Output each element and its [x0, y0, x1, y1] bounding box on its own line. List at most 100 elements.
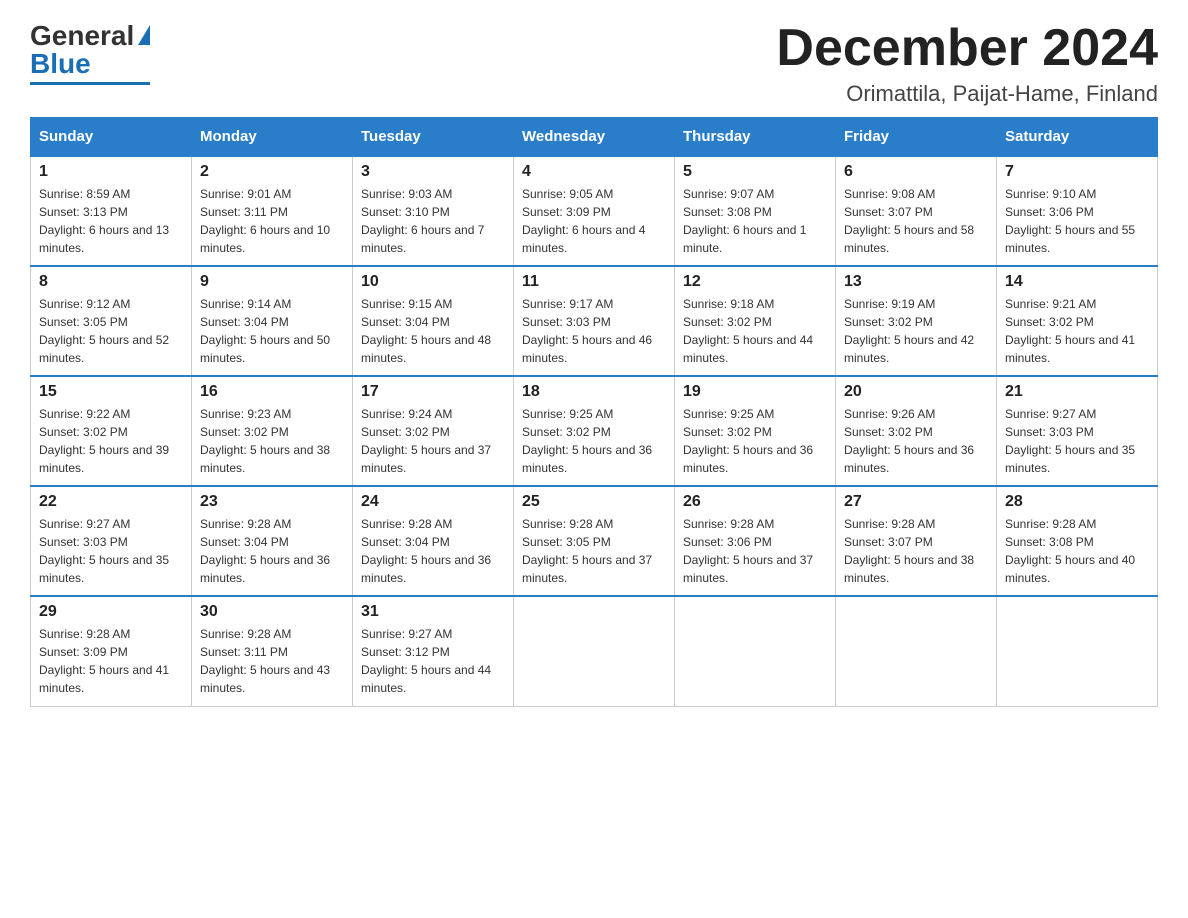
week-row-2: 8Sunrise: 9:12 AMSunset: 3:05 PMDaylight… — [31, 266, 1158, 376]
day-number: 29 — [39, 603, 183, 621]
day-info: Sunrise: 9:28 AMSunset: 3:06 PMDaylight:… — [683, 515, 827, 587]
calendar-cell: 8Sunrise: 9:12 AMSunset: 3:05 PMDaylight… — [31, 266, 192, 376]
calendar-cell: 10 Sunrise: 9:15 AMSunset: 3:04 PMDayligh… — [353, 266, 514, 376]
day-info: Sunrise: 9:10 AMSunset: 3:06 PMDaylight:… — [1005, 185, 1149, 257]
calendar-cell: 15 Sunrise: 9:22 AMSunset: 3:02 PMDayligh… — [31, 376, 192, 486]
calendar-cell: 22 Sunrise: 9:27 AMSunset: 3:03 PMDayligh… — [31, 486, 192, 596]
calendar-cell: 26 Sunrise: 9:28 AMSunset: 3:06 PMDayligh… — [675, 486, 836, 596]
title-block: December 2024 Orimattila, Paijat-Hame, F… — [776, 20, 1158, 107]
calendar-cell: 28 Sunrise: 9:28 AMSunset: 3:08 PMDayligh… — [997, 486, 1158, 596]
weekday-header-thursday: Thursday — [675, 118, 836, 157]
day-number: 3 — [361, 163, 505, 181]
weekday-header-row: SundayMondayTuesdayWednesdayThursdayFrid… — [31, 118, 1158, 157]
day-number: 13 — [844, 273, 988, 291]
day-info: Sunrise: 9:28 AMSunset: 3:05 PMDaylight:… — [522, 515, 666, 587]
week-row-4: 22 Sunrise: 9:27 AMSunset: 3:03 PMDayligh… — [31, 486, 1158, 596]
day-number: 19 — [683, 383, 827, 401]
calendar-cell: 29 Sunrise: 9:28 AMSunset: 3:09 PMDayligh… — [31, 596, 192, 706]
weekday-header-friday: Friday — [836, 118, 997, 157]
calendar-cell: 4 Sunrise: 9:05 AMSunset: 3:09 PMDaylight… — [514, 156, 675, 266]
calendar-cell: 20 Sunrise: 9:26 AMSunset: 3:02 PMDayligh… — [836, 376, 997, 486]
day-info: Sunrise: 9:28 AMSunset: 3:07 PMDaylight:… — [844, 515, 988, 587]
day-info: Sunrise: 9:22 AMSunset: 3:02 PMDaylight:… — [39, 405, 183, 477]
day-number: 10 — [361, 273, 505, 291]
calendar-cell: 16Sunrise: 9:23 AMSunset: 3:02 PMDayligh… — [192, 376, 353, 486]
calendar-cell: 11Sunrise: 9:17 AMSunset: 3:03 PMDayligh… — [514, 266, 675, 376]
logo-underline — [30, 82, 150, 85]
day-info: Sunrise: 9:28 AMSunset: 3:08 PMDaylight:… — [1005, 515, 1149, 587]
week-row-1: 1 Sunrise: 8:59 AMSunset: 3:13 PMDaylight… — [31, 156, 1158, 266]
logo: General Blue — [30, 20, 150, 85]
day-number: 6 — [844, 163, 988, 181]
week-row-5: 29 Sunrise: 9:28 AMSunset: 3:09 PMDayligh… — [31, 596, 1158, 706]
day-info: Sunrise: 9:27 AMSunset: 3:03 PMDaylight:… — [1005, 405, 1149, 477]
day-number: 28 — [1005, 493, 1149, 511]
day-number: 1 — [39, 163, 183, 181]
calendar-cell: 14 Sunrise: 9:21 AMSunset: 3:02 PMDayligh… — [997, 266, 1158, 376]
day-info: Sunrise: 9:17 AMSunset: 3:03 PMDaylight:… — [522, 295, 666, 367]
day-number: 21 — [1005, 383, 1149, 401]
day-info: Sunrise: 9:28 AMSunset: 3:04 PMDaylight:… — [200, 515, 344, 587]
day-info: Sunrise: 9:25 AMSunset: 3:02 PMDaylight:… — [683, 405, 827, 477]
calendar-cell: 6 Sunrise: 9:08 AMSunset: 3:07 PMDaylight… — [836, 156, 997, 266]
day-info: Sunrise: 9:24 AMSunset: 3:02 PMDaylight:… — [361, 405, 505, 477]
day-number: 2 — [200, 163, 344, 181]
day-info: Sunrise: 9:26 AMSunset: 3:02 PMDaylight:… — [844, 405, 988, 477]
calendar-cell: 2Sunrise: 9:01 AMSunset: 3:11 PMDaylight… — [192, 156, 353, 266]
weekday-header-saturday: Saturday — [997, 118, 1158, 157]
calendar-cell: 17Sunrise: 9:24 AMSunset: 3:02 PMDayligh… — [353, 376, 514, 486]
calendar-cell: 7 Sunrise: 9:10 AMSunset: 3:06 PMDaylight… — [997, 156, 1158, 266]
day-number: 12 — [683, 273, 827, 291]
calendar-cell: 3Sunrise: 9:03 AMSunset: 3:10 PMDaylight… — [353, 156, 514, 266]
day-number: 23 — [200, 493, 344, 511]
day-number: 8 — [39, 273, 183, 291]
day-number: 27 — [844, 493, 988, 511]
day-number: 22 — [39, 493, 183, 511]
weekday-header-monday: Monday — [192, 118, 353, 157]
day-number: 24 — [361, 493, 505, 511]
calendar-cell — [514, 596, 675, 706]
day-info: Sunrise: 9:21 AMSunset: 3:02 PMDaylight:… — [1005, 295, 1149, 367]
calendar-cell: 27 Sunrise: 9:28 AMSunset: 3:07 PMDayligh… — [836, 486, 997, 596]
day-info: Sunrise: 9:28 AMSunset: 3:04 PMDaylight:… — [361, 515, 505, 587]
location-title: Orimattila, Paijat-Hame, Finland — [776, 81, 1158, 107]
weekday-header-tuesday: Tuesday — [353, 118, 514, 157]
day-number: 5 — [683, 163, 827, 181]
day-number: 14 — [1005, 273, 1149, 291]
day-info: Sunrise: 9:14 AMSunset: 3:04 PMDaylight:… — [200, 295, 344, 367]
calendar-cell: 12 Sunrise: 9:18 AMSunset: 3:02 PMDayligh… — [675, 266, 836, 376]
day-number: 20 — [844, 383, 988, 401]
day-info: Sunrise: 9:25 AMSunset: 3:02 PMDaylight:… — [522, 405, 666, 477]
calendar-cell: 21 Sunrise: 9:27 AMSunset: 3:03 PMDayligh… — [997, 376, 1158, 486]
day-info: Sunrise: 9:05 AMSunset: 3:09 PMDaylight:… — [522, 185, 666, 257]
calendar-cell: 1 Sunrise: 8:59 AMSunset: 3:13 PMDaylight… — [31, 156, 192, 266]
day-info: Sunrise: 9:08 AMSunset: 3:07 PMDaylight:… — [844, 185, 988, 257]
day-number: 26 — [683, 493, 827, 511]
page-header: General Blue December 2024 Orimattila, P… — [30, 20, 1158, 107]
day-number: 25 — [522, 493, 666, 511]
day-info: Sunrise: 9:15 AMSunset: 3:04 PMDaylight:… — [361, 295, 505, 367]
day-number: 30 — [200, 603, 344, 621]
calendar-cell — [675, 596, 836, 706]
day-info: Sunrise: 8:59 AMSunset: 3:13 PMDaylight:… — [39, 185, 183, 257]
day-number: 7 — [1005, 163, 1149, 181]
day-info: Sunrise: 9:18 AMSunset: 3:02 PMDaylight:… — [683, 295, 827, 367]
day-info: Sunrise: 9:28 AMSunset: 3:09 PMDaylight:… — [39, 625, 183, 697]
calendar-cell: 5 Sunrise: 9:07 AMSunset: 3:08 PMDaylight… — [675, 156, 836, 266]
day-number: 9 — [200, 273, 344, 291]
logo-triangle — [138, 25, 150, 45]
day-info: Sunrise: 9:27 AMSunset: 3:03 PMDaylight:… — [39, 515, 183, 587]
day-number: 18 — [522, 383, 666, 401]
calendar-cell — [836, 596, 997, 706]
day-info: Sunrise: 9:27 AMSunset: 3:12 PMDaylight:… — [361, 625, 505, 697]
day-info: Sunrise: 9:07 AMSunset: 3:08 PMDaylight:… — [683, 185, 827, 257]
day-number: 15 — [39, 383, 183, 401]
week-row-3: 15 Sunrise: 9:22 AMSunset: 3:02 PMDayligh… — [31, 376, 1158, 486]
day-number: 4 — [522, 163, 666, 181]
weekday-header-sunday: Sunday — [31, 118, 192, 157]
month-title: December 2024 — [776, 20, 1158, 77]
calendar-cell: 24 Sunrise: 9:28 AMSunset: 3:04 PMDayligh… — [353, 486, 514, 596]
calendar-table: SundayMondayTuesdayWednesdayThursdayFrid… — [30, 117, 1158, 707]
day-info: Sunrise: 9:23 AMSunset: 3:02 PMDaylight:… — [200, 405, 344, 477]
day-number: 31 — [361, 603, 505, 621]
